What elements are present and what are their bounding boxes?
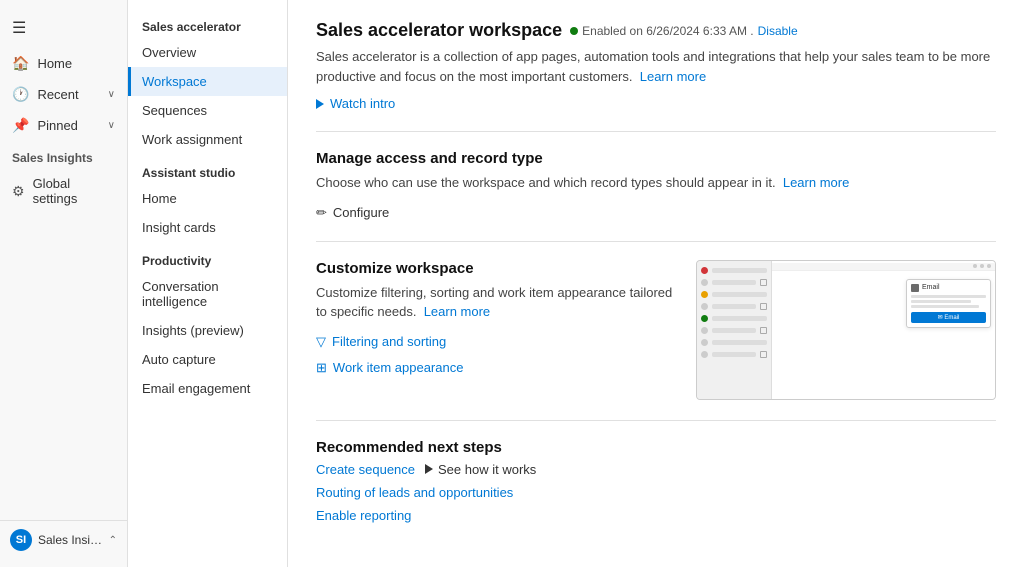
recommended-next-steps-section: Recommended next steps Create sequence S…	[316, 439, 996, 523]
page-header: Sales accelerator workspace Enabled on 6…	[316, 20, 996, 41]
nav-conversation-intelligence[interactable]: Conversation intelligence	[128, 272, 287, 316]
page-description: Sales accelerator is a collection of app…	[316, 47, 996, 86]
chevron-down-icon-2: ∨	[108, 120, 115, 131]
workspace-preview-image: Email ✉ Email	[696, 260, 996, 400]
grid-icon: ⊞	[316, 360, 327, 376]
disable-link[interactable]: Disable	[758, 24, 798, 38]
enabled-text: Enabled on 6/26/2024 6:33 AM .	[582, 24, 753, 38]
nav-home-label: Home	[37, 56, 72, 71]
assistant-studio-section-label: Assistant studio	[128, 154, 287, 184]
divider-2	[316, 241, 996, 242]
hamburger-menu[interactable]: ☰	[0, 8, 127, 48]
watch-intro-button[interactable]: Watch intro	[316, 96, 996, 111]
nav-workspace[interactable]: Workspace	[128, 67, 287, 96]
configure-button[interactable]: ✏ Configure	[316, 205, 389, 221]
create-sequence-link[interactable]: Create sequence	[316, 462, 415, 477]
user-label: Sales Insights sett...	[38, 533, 103, 547]
green-dot-icon	[570, 27, 578, 35]
configure-label: Configure	[333, 205, 389, 220]
work-item-appearance-link[interactable]: ⊞ Work item appearance	[316, 360, 676, 376]
nav-home[interactable]: 🏠 Home	[0, 48, 127, 79]
nav-work-assignment[interactable]: Work assignment	[128, 125, 287, 154]
enable-reporting-link[interactable]: Enable reporting	[316, 508, 996, 523]
pencil-icon: ✏	[316, 205, 327, 221]
user-chevron-icon: ⌃	[109, 535, 117, 546]
productivity-section-label: Productivity	[128, 242, 287, 272]
learn-more-link-main[interactable]: Learn more	[640, 69, 706, 84]
recent-icon: 🕐	[12, 86, 29, 103]
see-how-it-works-button[interactable]: See how it works	[425, 462, 536, 477]
see-how-label: See how it works	[438, 462, 536, 477]
customize-desc: Customize filtering, sorting and work it…	[316, 283, 676, 322]
watch-intro-label: Watch intro	[330, 96, 395, 111]
avatar: SI	[10, 529, 32, 551]
filtering-sorting-link[interactable]: ▽ Filtering and sorting	[316, 334, 676, 350]
routing-link[interactable]: Routing of leads and opportunities	[316, 485, 996, 500]
recommended-title: Recommended next steps	[316, 439, 996, 456]
manage-access-title: Manage access and record type	[316, 150, 996, 167]
play-icon	[316, 99, 324, 109]
nav-assistant-home[interactable]: Home	[128, 184, 287, 213]
chevron-down-icon: ∨	[108, 89, 115, 100]
customize-workspace-section: Customize workspace Customize filtering,…	[316, 260, 996, 400]
nav-pinned-label: Pinned	[37, 118, 77, 133]
manage-access-desc: Choose who can use the workspace and whi…	[316, 173, 996, 193]
nav-insight-cards[interactable]: Insight cards	[128, 213, 287, 242]
filter-icon: ▽	[316, 334, 326, 350]
nav-global-settings[interactable]: ⚙ Global settings	[0, 169, 127, 213]
divider-1	[316, 131, 996, 132]
main-content-area: Sales accelerator workspace Enabled on 6…	[288, 0, 1024, 567]
nav-recent[interactable]: 🕐 Recent ∨	[0, 79, 127, 110]
nav-overview[interactable]: Overview	[128, 38, 287, 67]
user-settings-bar[interactable]: SI Sales Insights sett... ⌃	[0, 520, 127, 559]
left-navigation: ☰ 🏠 Home 🕐 Recent ∨ 📌 Pinned ∨ Sales Ins…	[0, 0, 128, 567]
learn-more-link-customize[interactable]: Learn more	[424, 304, 490, 319]
nav-insights-preview[interactable]: Insights (preview)	[128, 316, 287, 345]
nav-pinned[interactable]: 📌 Pinned ∨	[0, 110, 127, 141]
customize-title: Customize workspace	[316, 260, 676, 277]
nav-sequences[interactable]: Sequences	[128, 96, 287, 125]
customize-left-panel: Customize workspace Customize filtering,…	[316, 260, 676, 386]
nav-auto-capture[interactable]: Auto capture	[128, 345, 287, 374]
sales-accelerator-section-label: Sales accelerator	[128, 8, 287, 38]
nav-recent-label: Recent	[37, 87, 78, 102]
workitem-label: Work item appearance	[333, 360, 464, 375]
nav-global-settings-label: Global settings	[33, 176, 115, 206]
sales-insights-section: Sales Insights	[0, 141, 127, 169]
nav-email-engagement[interactable]: Email engagement	[128, 374, 287, 403]
create-sequence-row: Create sequence See how it works	[316, 462, 996, 477]
pin-icon: 📌	[12, 117, 29, 134]
enabled-badge: Enabled on 6/26/2024 6:33 AM . Disable	[570, 24, 798, 38]
learn-more-link-manage[interactable]: Learn more	[783, 175, 849, 190]
home-icon: 🏠	[12, 55, 29, 72]
play-icon-2	[425, 464, 433, 474]
page-title: Sales accelerator workspace	[316, 20, 562, 41]
divider-3	[316, 420, 996, 421]
manage-access-section: Manage access and record type Choose who…	[316, 150, 996, 221]
filtering-label: Filtering and sorting	[332, 334, 446, 349]
secondary-navigation: Sales accelerator Overview Workspace Seq…	[128, 0, 288, 567]
global-settings-icon: ⚙	[12, 183, 25, 200]
